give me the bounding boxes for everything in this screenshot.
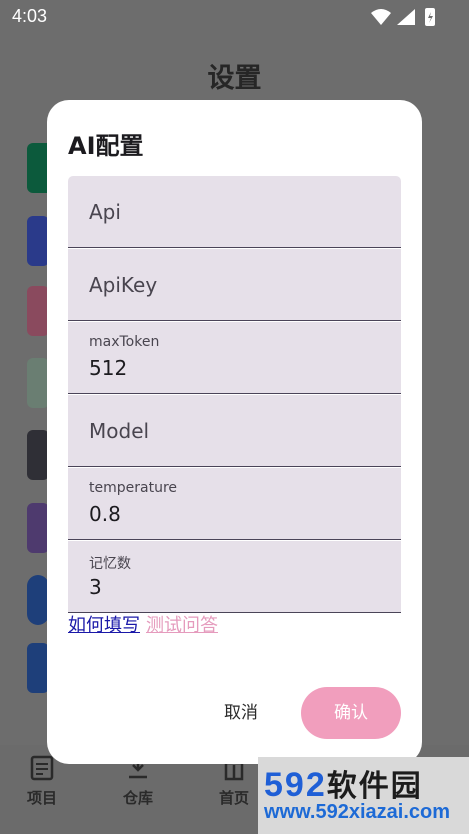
maxtoken-label: maxToken (89, 334, 160, 350)
dialog-title: AI配置 (68, 132, 144, 160)
nav-label-repo: 仓库 (122, 789, 153, 807)
confirm-button[interactable]: 确认 (301, 687, 401, 739)
watermark-url: www.592xiazai.com (264, 801, 451, 823)
status-time: 4:03 (12, 6, 48, 26)
status-icons (371, 8, 435, 26)
apikey-placeholder: ApiKey (89, 273, 158, 297)
memory-field[interactable]: 记忆数 3 (68, 541, 401, 613)
watermark-brand: 592软件园 (264, 761, 423, 805)
phone-tile-icon (27, 430, 49, 480)
how-to-fill-link[interactable]: 如何填写 (68, 615, 140, 636)
temperature-label: temperature (89, 480, 177, 496)
api-placeholder: Api (89, 200, 121, 224)
test-qa-link[interactable]: 测试问答 (146, 615, 218, 636)
apikey-field[interactable]: ApiKey (68, 249, 401, 321)
hash-tile-icon (27, 643, 49, 693)
signal-icon (397, 9, 415, 25)
memory-value: 3 (89, 575, 102, 599)
watermark-cn: 软件园 (326, 770, 423, 803)
temperature-field[interactable]: temperature 0.8 (68, 468, 401, 540)
page-title: 设置 (207, 63, 262, 94)
status-bar: 4:03 (0, 0, 469, 34)
model-placeholder: Model (89, 419, 150, 443)
memory-label: 记忆数 (89, 556, 131, 572)
help-links: 如何填写 测试问答 (68, 611, 218, 637)
temperature-value: 0.8 (89, 502, 121, 526)
cancel-button[interactable]: 取消 (207, 688, 275, 738)
wifi-icon (371, 9, 391, 25)
image-tile-icon (27, 358, 49, 408)
plug-tile-icon (27, 575, 49, 625)
watermark-number: 592 (264, 766, 327, 804)
maxtoken-value: 512 (89, 356, 128, 380)
maxtoken-field[interactable]: maxToken 512 (68, 322, 401, 394)
ai-config-dialog: AI配置 Api ApiKey maxToken 512 Model tempe… (47, 100, 422, 764)
watermark: 592软件园 www.592xiazai.com (258, 757, 469, 834)
code-tile-icon (27, 216, 49, 266)
brush-tile-icon (27, 503, 49, 553)
document-icon (30, 755, 54, 781)
api-field[interactable]: Api (68, 176, 401, 248)
nav-label-project: 项目 (26, 789, 57, 807)
model-field[interactable]: Model (68, 395, 401, 467)
tool-tile-icon (27, 286, 49, 336)
